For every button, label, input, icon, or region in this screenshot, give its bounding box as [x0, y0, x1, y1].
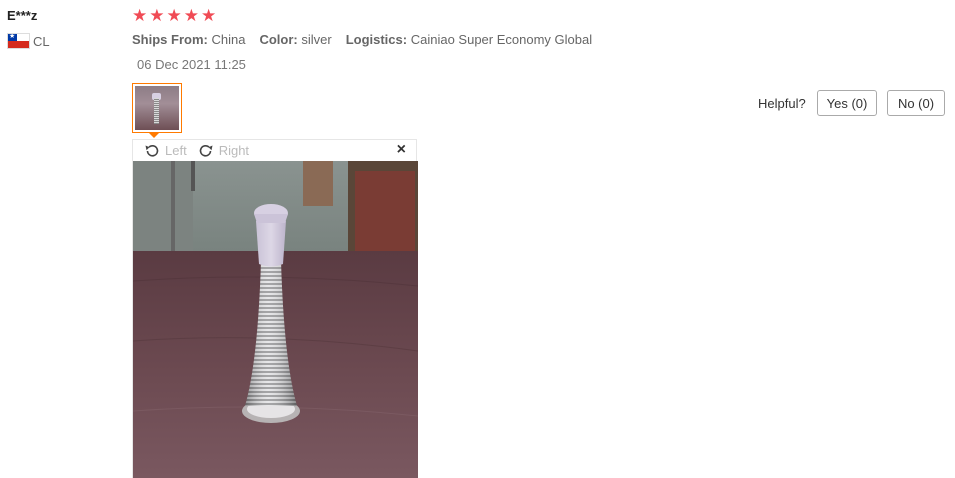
- helpful-yes-button[interactable]: Yes (0): [817, 90, 877, 116]
- rotate-left-button[interactable]: Left: [143, 142, 187, 160]
- reviewer-country: ★ CL: [7, 33, 50, 49]
- photo-viewer: Left Right ×: [132, 139, 418, 478]
- helpful-label: Helpful?: [758, 96, 806, 111]
- helpful-no-button[interactable]: No (0): [887, 90, 945, 116]
- star-icon: ★: [183, 6, 199, 25]
- rotate-right-icon: [199, 144, 213, 157]
- rating-stars: ★ ★ ★ ★ ★: [132, 7, 216, 25]
- viewer-toolbar: Left Right ×: [133, 140, 416, 161]
- country-code: CL: [33, 33, 50, 49]
- rotate-left-icon: [145, 144, 159, 157]
- ships-from: Ships From: China: [132, 32, 246, 47]
- review-date: 06 Dec 2021 11:25: [137, 57, 246, 72]
- logistics-info: Logistics: Cainiao Super Economy Global: [345, 32, 593, 47]
- chile-flag-icon: ★: [7, 33, 30, 49]
- star-icon: ★: [149, 6, 165, 25]
- star-icon: ★: [132, 6, 148, 25]
- rotate-right-button[interactable]: Right: [197, 142, 249, 160]
- close-viewer-button[interactable]: ×: [397, 141, 406, 159]
- review-photo-thumbnail[interactable]: [132, 83, 182, 133]
- review-photo: [133, 161, 418, 478]
- star-icon: ★: [166, 6, 182, 25]
- color-info: Color: silver: [259, 32, 332, 47]
- door-stopper-photo: [133, 161, 418, 478]
- reviewer-name: E***z: [7, 8, 38, 23]
- order-info: Ships From: China Color: silver Logistic…: [132, 32, 592, 47]
- star-icon: ★: [201, 6, 217, 25]
- thumbnail-pointer: [148, 132, 160, 138]
